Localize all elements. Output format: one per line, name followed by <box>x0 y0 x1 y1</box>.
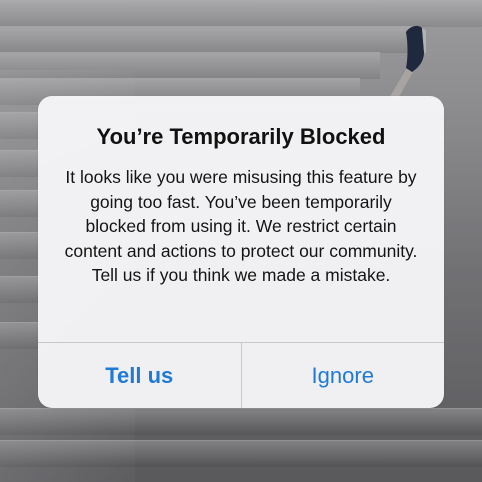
tell-us-button[interactable]: Tell us <box>38 343 241 408</box>
alert-button-bar: Tell us Ignore <box>38 342 444 408</box>
ignore-button[interactable]: Ignore <box>240 343 445 408</box>
alert-title: You’re Temporarily Blocked <box>96 124 386 149</box>
alert-message: It looks like you were misusing this fea… <box>64 167 418 286</box>
blocked-alert-dialog: You’re Temporarily Blocked It looks like… <box>38 96 444 408</box>
